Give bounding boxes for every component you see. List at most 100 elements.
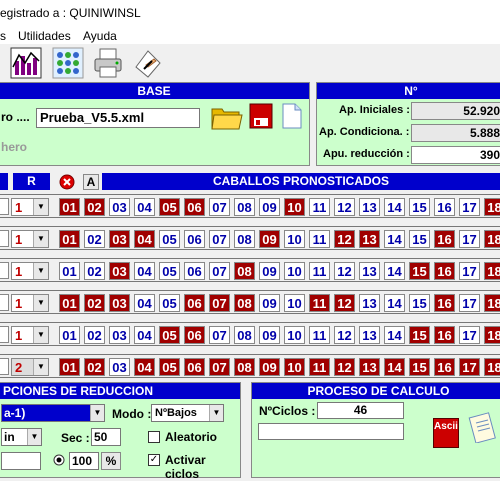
horse-number-cell[interactable]: 10 (284, 198, 305, 216)
activar-ciclos-checkbox[interactable]: ✓ (148, 454, 160, 466)
horse-number-cell[interactable]: 12 (334, 294, 355, 312)
horse-number-cell[interactable]: 15 (409, 230, 430, 248)
aleatorio-checkbox[interactable] (148, 431, 160, 443)
horse-number-cell[interactable]: 07 (209, 294, 230, 312)
horse-number-cell[interactable]: 18 (484, 262, 500, 280)
percent-button[interactable]: % (101, 452, 121, 470)
chart-icon[interactable] (10, 47, 42, 79)
horse-number-cell[interactable]: 18 (484, 198, 500, 216)
horse-number-cell[interactable]: 13 (359, 230, 380, 248)
horse-number-cell[interactable]: 15 (409, 262, 430, 280)
horse-number-cell[interactable]: 16 (434, 198, 455, 216)
horse-number-cell[interactable]: 09 (259, 326, 280, 344)
horse-number-cell[interactable]: 11 (309, 358, 330, 376)
horse-number-cell[interactable]: 04 (134, 198, 155, 216)
notepad-icon[interactable] (466, 411, 498, 443)
horse-number-cell[interactable]: 18 (484, 358, 500, 376)
horse-number-cell[interactable]: 15 (409, 358, 430, 376)
horse-number-cell[interactable]: 17 (459, 294, 480, 312)
horse-number-cell[interactable]: 09 (259, 294, 280, 312)
horse-number-cell[interactable]: 03 (109, 262, 130, 280)
horse-number-cell[interactable]: 16 (434, 262, 455, 280)
horse-number-cell[interactable]: 16 (434, 358, 455, 376)
horse-number-cell[interactable]: 12 (334, 262, 355, 280)
horse-number-cell[interactable]: 13 (359, 294, 380, 312)
horse-number-cell[interactable]: 01 (59, 294, 80, 312)
horse-number-cell[interactable]: 01 (59, 326, 80, 344)
horse-number-cell[interactable]: 03 (109, 198, 130, 216)
horse-number-cell[interactable]: 16 (434, 294, 455, 312)
horse-number-cell[interactable]: 18 (484, 326, 500, 344)
new-file-icon[interactable] (282, 103, 302, 129)
horse-number-cell[interactable]: 03 (109, 326, 130, 344)
chevron-down-icon[interactable]: ▼ (33, 231, 48, 247)
horse-number-cell[interactable]: 06 (184, 358, 205, 376)
row-r-select[interactable]: 1 ▼ (11, 198, 49, 216)
horse-number-cell[interactable]: 10 (284, 358, 305, 376)
horse-number-cell[interactable]: 10 (284, 262, 305, 280)
hand-write-icon[interactable] (132, 47, 164, 79)
horse-number-cell[interactable]: 01 (59, 198, 80, 216)
ascii-export-button[interactable]: Ascii (433, 418, 459, 448)
row-edit-field[interactable] (0, 198, 9, 215)
row-edit-field[interactable] (0, 358, 9, 375)
row-edit-field[interactable] (0, 294, 9, 311)
horse-number-cell[interactable]: 04 (134, 262, 155, 280)
horse-number-cell[interactable]: 14 (384, 358, 405, 376)
row-r-select[interactable]: 2 ▼ (11, 358, 49, 376)
horse-number-cell[interactable]: 08 (234, 198, 255, 216)
horse-number-cell[interactable]: 02 (84, 358, 105, 376)
order-combo[interactable]: in ▼ (1, 428, 42, 446)
row-r-select[interactable]: 1 ▼ (11, 294, 49, 312)
horse-number-cell[interactable]: 01 (59, 262, 80, 280)
chevron-down-icon[interactable]: ▼ (33, 359, 48, 375)
menu-item-file[interactable]: s (0, 29, 6, 43)
percent-input[interactable]: 100 (69, 452, 99, 470)
horse-number-cell[interactable]: 13 (359, 198, 380, 216)
horse-number-cell[interactable]: 07 (209, 262, 230, 280)
horse-number-cell[interactable]: 06 (184, 262, 205, 280)
horse-number-cell[interactable]: 11 (309, 326, 330, 344)
clear-icon[interactable] (59, 174, 75, 190)
horse-number-cell[interactable]: 06 (184, 230, 205, 248)
horse-number-cell[interactable]: 08 (234, 358, 255, 376)
horse-number-cell[interactable]: 07 (209, 230, 230, 248)
horse-number-cell[interactable]: 17 (459, 262, 480, 280)
horse-number-cell[interactable]: 02 (84, 294, 105, 312)
horse-number-cell[interactable]: 11 (309, 230, 330, 248)
horse-number-cell[interactable]: 03 (109, 358, 130, 376)
horse-number-cell[interactable]: 05 (159, 262, 180, 280)
chevron-down-icon[interactable]: ▼ (33, 295, 48, 311)
horse-number-cell[interactable]: 10 (284, 326, 305, 344)
chevron-down-icon[interactable]: ▼ (33, 199, 48, 215)
horse-number-cell[interactable]: 14 (384, 294, 405, 312)
grid-dots-icon[interactable] (52, 47, 84, 79)
menu-item-utilidades[interactable]: Utilidades (18, 29, 71, 43)
horse-number-cell[interactable]: 14 (384, 262, 405, 280)
row-r-select[interactable]: 1 ▼ (11, 230, 49, 248)
horse-number-cell[interactable]: 02 (84, 198, 105, 216)
horse-number-cell[interactable]: 08 (234, 262, 255, 280)
horse-number-cell[interactable]: 04 (134, 294, 155, 312)
horse-number-cell[interactable]: 07 (209, 198, 230, 216)
row-edit-field[interactable] (0, 326, 9, 343)
horse-number-cell[interactable]: 15 (409, 198, 430, 216)
chevron-down-icon[interactable]: ▼ (33, 327, 48, 343)
horse-number-cell[interactable]: 13 (359, 326, 380, 344)
horse-number-cell[interactable]: 06 (184, 198, 205, 216)
horse-number-cell[interactable]: 09 (259, 198, 280, 216)
horse-number-cell[interactable]: 05 (159, 326, 180, 344)
chevron-down-icon[interactable]: ▼ (90, 405, 104, 421)
horse-number-cell[interactable]: 03 (109, 294, 130, 312)
horse-number-cell[interactable]: 17 (459, 326, 480, 344)
horse-number-cell[interactable]: 12 (334, 326, 355, 344)
horse-number-cell[interactable]: 01 (59, 358, 80, 376)
chevron-down-icon[interactable]: ▼ (27, 429, 41, 445)
horse-number-cell[interactable]: 06 (184, 326, 205, 344)
horse-number-cell[interactable]: 02 (84, 262, 105, 280)
horse-number-cell[interactable]: 17 (459, 198, 480, 216)
horse-number-cell[interactable]: 15 (409, 326, 430, 344)
row-edit-field[interactable] (0, 262, 9, 279)
chevron-down-icon[interactable]: ▼ (209, 405, 223, 421)
horse-number-cell[interactable]: 05 (159, 294, 180, 312)
